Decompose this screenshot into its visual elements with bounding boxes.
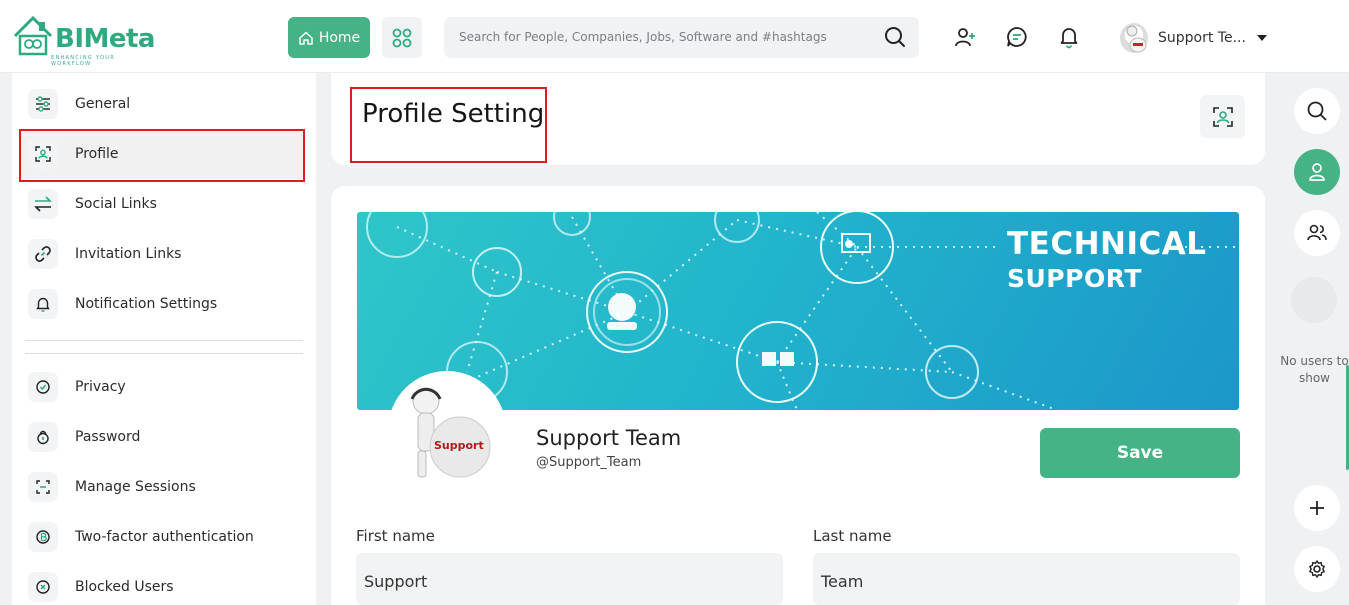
- profile-scan-icon: [1212, 106, 1233, 127]
- logo-tagline: ENHANCING YOUR WORKFLOW: [51, 55, 116, 67]
- notification-bell-icon[interactable]: [1057, 25, 1081, 49]
- profile-scan-button[interactable]: [1200, 95, 1245, 138]
- link-icon: [28, 239, 58, 269]
- search-icon[interactable]: [883, 25, 907, 49]
- user-name: Support Te...: [1158, 30, 1246, 46]
- sidebar-item-label: Password: [75, 429, 141, 445]
- rail-settings-button[interactable]: [1294, 546, 1340, 592]
- support-mascot-icon: [388, 371, 506, 489]
- user-avatar: [1120, 23, 1148, 53]
- search-icon: [1307, 101, 1327, 121]
- banner-title: TECHNICAL: [1007, 226, 1207, 262]
- first-name-field[interactable]: Support: [356, 553, 783, 605]
- global-search-bar[interactable]: Search for People, Companies, Jobs, Soft…: [444, 17, 919, 58]
- apps-button[interactable]: [382, 17, 422, 58]
- plus-icon: [1310, 501, 1324, 515]
- rail-search-button[interactable]: [1294, 88, 1340, 134]
- last-name-label: Last name: [813, 527, 892, 545]
- sidebar-item-label: General: [75, 96, 131, 112]
- chat-icon[interactable]: [1005, 25, 1029, 49]
- sidebar-item-label: Two-factor authentication: [75, 529, 254, 545]
- no-users-message: No users to show: [1280, 354, 1349, 385]
- profile-name: Support Team: [536, 426, 682, 450]
- sidebar-item-general[interactable]: General: [28, 86, 308, 122]
- bimeta-logo[interactable]: BIMeta ENHANCING YOUR WORKFLOW: [13, 14, 155, 67]
- sliders-icon: [28, 89, 58, 119]
- sidebar-item-social-links[interactable]: Social Links: [28, 186, 308, 222]
- sidebar-item-label: Privacy: [75, 379, 126, 395]
- users-group-icon: [1307, 224, 1327, 241]
- sidebar-item-blocked-users[interactable]: Blocked Users: [28, 569, 308, 605]
- user-placeholder-avatar: [1291, 277, 1337, 323]
- lock-icon: [28, 422, 58, 452]
- gear-icon: [1309, 560, 1325, 578]
- first-name-label: First name: [356, 527, 435, 545]
- sidebar-item-label: Social Links: [75, 196, 157, 212]
- sidebar-item-label: Manage Sessions: [75, 479, 196, 495]
- user-menu[interactable]: Support Te...: [1120, 22, 1268, 54]
- sidebar-item-invitation-links[interactable]: Invitation Links: [28, 236, 308, 272]
- avatar-support-text: Support: [434, 439, 484, 452]
- cover-banner[interactable]: TECHNICAL SUPPORT: [357, 212, 1239, 410]
- apps-grid-icon: [392, 28, 412, 47]
- sidebar-item-notification-settings[interactable]: Notification Settings: [28, 286, 308, 322]
- sidebar-divider: [25, 353, 303, 354]
- rail-add-button[interactable]: [1294, 485, 1340, 531]
- sidebar-item-label: Invitation Links: [75, 246, 182, 262]
- home-label: Home: [318, 29, 361, 46]
- shield-check-icon: [28, 372, 58, 402]
- last-name-field[interactable]: Team: [813, 553, 1240, 605]
- bell-icon: [28, 289, 58, 319]
- sidebar-item-label: Notification Settings: [75, 296, 218, 312]
- add-user-icon[interactable]: [953, 25, 977, 49]
- profile-handle: @Support_Team: [536, 455, 642, 470]
- sidebar-divider: [25, 340, 303, 341]
- home-button[interactable]: Home: [288, 17, 370, 58]
- rail-user-button[interactable]: [1294, 149, 1340, 195]
- sidebar-item-password[interactable]: Password: [28, 419, 308, 455]
- logo-text: BIMeta: [55, 24, 155, 54]
- title-highlight-box: [350, 87, 547, 163]
- top-navbar: BIMeta ENHANCING YOUR WORKFLOW Home Sear…: [0, 0, 1349, 73]
- save-button[interactable]: Save: [1040, 428, 1240, 478]
- profile-highlight-box: [19, 129, 305, 182]
- right-rail: No users to show: [1280, 73, 1349, 605]
- caret-down-icon[interactable]: [1256, 34, 1268, 42]
- profile-card: TECHNICAL SUPPORT Support Support Team @…: [331, 186, 1265, 605]
- block-icon: [28, 572, 58, 602]
- bitcoin-lock-icon: [28, 522, 58, 552]
- sidebar-item-manage-sessions[interactable]: Manage Sessions: [28, 469, 308, 505]
- rail-users-button[interactable]: [1294, 210, 1340, 256]
- user-icon: [1309, 163, 1325, 181]
- logo-building-icon: [13, 15, 53, 56]
- sidebar-item-privacy[interactable]: Privacy: [28, 369, 308, 405]
- search-input[interactable]: Search for People, Companies, Jobs, Soft…: [459, 30, 827, 44]
- sidebar-item-label: Blocked Users: [75, 579, 174, 595]
- profile-avatar[interactable]: Support: [388, 371, 506, 489]
- banner-subtitle: SUPPORT: [1007, 264, 1142, 293]
- sidebar-item-two-factor-authentication[interactable]: Two-factor authentication: [28, 519, 308, 555]
- session-scan-icon: [28, 472, 58, 502]
- swap-arrows-icon: [28, 189, 58, 219]
- home-icon: [299, 31, 313, 45]
